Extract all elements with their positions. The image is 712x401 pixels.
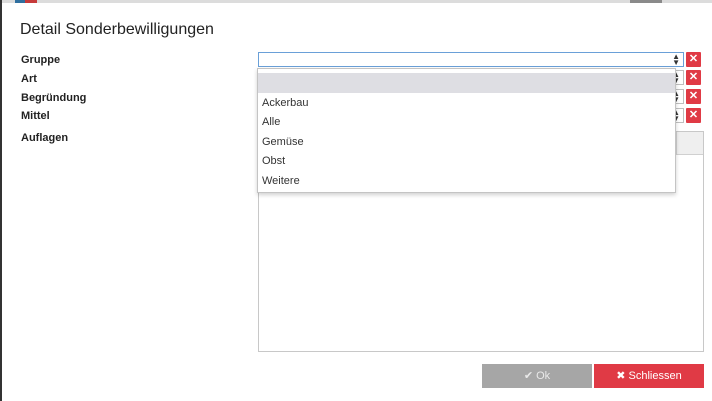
top-edge-accent-red <box>25 0 37 3</box>
label-gruppe: Gruppe <box>21 54 61 66</box>
label-mittel: Mittel <box>21 110 50 122</box>
dropdown-option[interactable]: Gemüse <box>262 136 304 148</box>
close-button-label: Schliessen <box>628 370 682 382</box>
dropdown-option[interactable]: Alle <box>262 116 280 128</box>
top-edge-accent-gray <box>630 0 662 3</box>
x-icon: ✕ <box>688 90 699 102</box>
label-begruendung: Begründung <box>21 92 87 104</box>
label-art: Art <box>21 73 37 85</box>
dropdown-option[interactable]: Obst <box>262 155 285 167</box>
dropdown-option[interactable]: Weitere <box>262 175 300 187</box>
dropdown-option[interactable]: Ackerbau <box>262 97 308 109</box>
gruppe-dropdown-list: Ackerbau Alle Gemüse Obst Weitere <box>257 68 676 193</box>
x-icon: ✖ <box>616 370 626 382</box>
dropdown-option-empty[interactable] <box>258 73 675 93</box>
textarea-toolbar <box>676 132 703 155</box>
label-auflagen: Auflagen <box>21 132 69 144</box>
window-left-border <box>0 0 2 401</box>
check-icon: ✔ <box>523 370 534 382</box>
clear-mittel-button[interactable]: ✕ <box>686 108 701 123</box>
x-icon: ✕ <box>688 109 699 121</box>
x-icon: ✕ <box>688 53 699 65</box>
ok-button-label: Ok <box>536 370 551 382</box>
select-gruppe[interactable]: ▲ ▼ <box>258 52 684 67</box>
clear-art-button[interactable]: ✕ <box>686 70 701 85</box>
close-button[interactable]: ✖ Schliessen <box>594 364 704 388</box>
x-icon: ✕ <box>688 71 699 83</box>
dialog-title: Detail Sonderbewilligungen <box>20 21 214 38</box>
top-edge-accent-blue <box>15 0 25 3</box>
clear-begruendung-button[interactable]: ✕ <box>686 89 701 104</box>
ok-button[interactable]: ✔ Ok <box>482 364 592 388</box>
clear-gruppe-button[interactable]: ✕ <box>686 52 701 67</box>
window-top-edge <box>0 0 712 3</box>
sort-arrows-icon: ▲ ▼ <box>672 52 680 67</box>
